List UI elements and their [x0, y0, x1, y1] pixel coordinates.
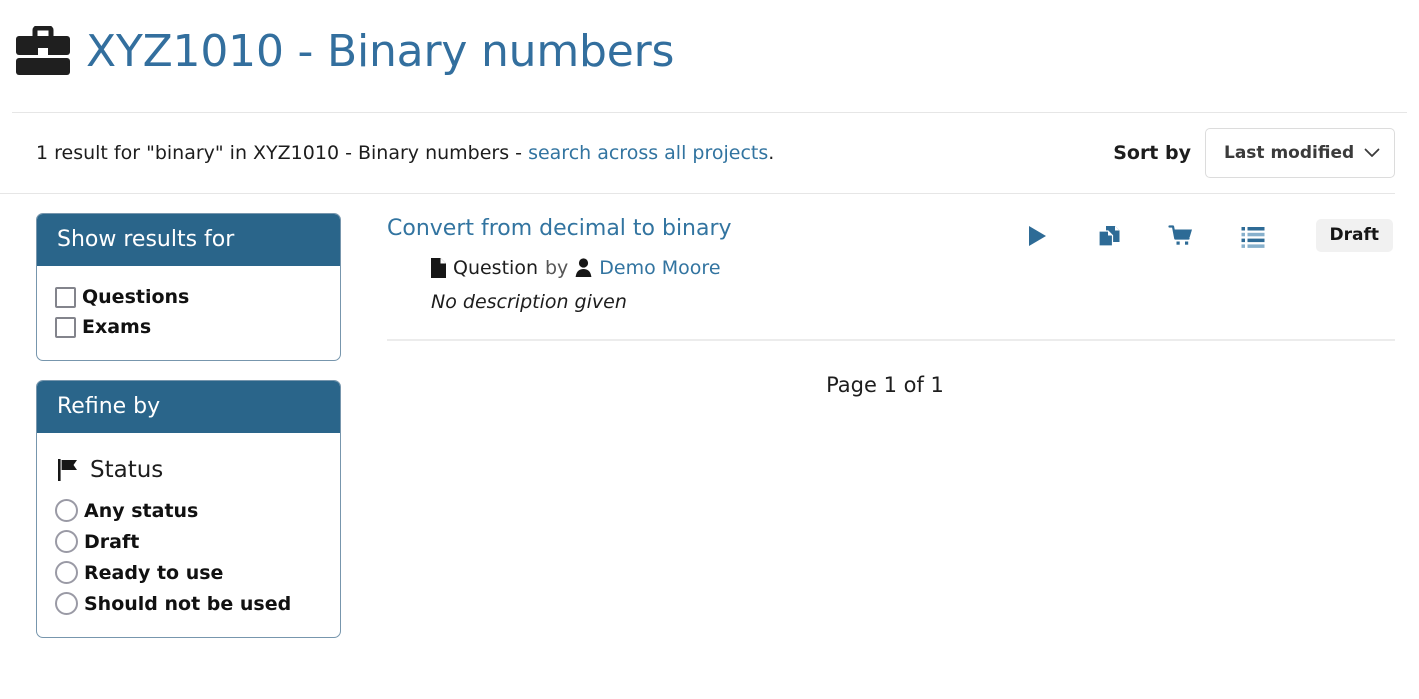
sort-control: Sort by Last modified: [1113, 128, 1395, 178]
facet-status-label-should-not: Should not be used: [84, 592, 292, 615]
result-description: No description given: [431, 290, 627, 313]
facet-status-header: Status: [55, 449, 322, 495]
facet-status-option-any[interactable]: Any status: [55, 495, 322, 526]
search-all-projects-link[interactable]: search across all projects: [528, 142, 768, 164]
result-item-details: Convert from decimal to binary Question …: [387, 213, 732, 313]
chevron-down-icon: [1364, 148, 1380, 157]
briefcase-icon: [16, 26, 70, 75]
result-item: Convert from decimal to binary Question …: [387, 213, 1395, 313]
result-actions: Draft: [1024, 213, 1396, 252]
result-author-link[interactable]: Demo Moore: [599, 257, 720, 279]
results-list: Convert from decimal to binary Question …: [387, 213, 1395, 397]
refine-by-panel: Refine by Status Any status Draft Ready …: [36, 380, 341, 638]
show-results-panel: Show results for Questions Exams: [36, 213, 341, 361]
radio-icon[interactable]: [55, 499, 78, 522]
result-type: Question: [453, 256, 538, 279]
result-meta: Question by Demo Moore: [431, 257, 732, 279]
list-icon[interactable]: [1240, 223, 1266, 249]
checkbox-icon[interactable]: [55, 286, 76, 308]
facet-status-title: Status: [90, 457, 164, 483]
radio-icon[interactable]: [55, 561, 78, 584]
sort-select[interactable]: Last modified: [1205, 128, 1395, 178]
copy-icon[interactable]: [1096, 223, 1122, 249]
radio-icon[interactable]: [55, 592, 78, 615]
results-summary-suffix: .: [768, 142, 775, 164]
flag-icon: [58, 459, 77, 481]
facet-status-option-should-not[interactable]: Should not be used: [55, 588, 322, 619]
facet-status-label-any: Any status: [84, 499, 199, 522]
facet-status-option-ready[interactable]: Ready to use: [55, 557, 322, 588]
show-results-panel-body: Questions Exams: [37, 266, 340, 360]
result-by-label: by: [544, 256, 569, 279]
sidebar: Show results for Questions Exams Refine …: [36, 213, 341, 638]
filter-checkbox-questions[interactable]: Questions: [55, 282, 322, 312]
refine-by-panel-title: Refine by: [37, 381, 340, 433]
result-title-link[interactable]: Convert from decimal to binary: [387, 215, 732, 243]
person-icon: [575, 258, 592, 277]
filter-label-questions: Questions: [82, 286, 190, 308]
run-icon[interactable]: [1024, 223, 1050, 249]
sort-by-label: Sort by: [1113, 142, 1191, 164]
show-results-panel-title: Show results for: [37, 214, 340, 266]
results-summary-prefix: 1 result for "binary" in XYZ1010 - Binar…: [36, 142, 529, 164]
results-summary-bar: 1 result for "binary" in XYZ1010 - Binar…: [0, 113, 1419, 193]
filter-label-exams: Exams: [82, 316, 152, 338]
page-header: XYZ1010 - Binary numbers: [0, 0, 1419, 90]
sort-select-value: Last modified: [1224, 143, 1355, 163]
result-divider: [387, 338, 1395, 341]
checkbox-icon[interactable]: [55, 316, 76, 338]
cart-icon[interactable]: [1167, 223, 1194, 249]
results-summary: 1 result for "binary" in XYZ1010 - Binar…: [36, 142, 774, 164]
facet-status-label-ready: Ready to use: [84, 561, 224, 584]
page-body: Show results for Questions Exams Refine …: [0, 194, 1419, 638]
filter-checkbox-exams[interactable]: Exams: [55, 312, 322, 342]
page-title: XYZ1010 - Binary numbers: [86, 25, 675, 77]
radio-icon[interactable]: [55, 530, 78, 553]
facet-status-label-draft: Draft: [84, 530, 140, 553]
document-icon: [431, 257, 446, 278]
status-badge[interactable]: Draft: [1315, 219, 1393, 252]
facet-status-option-draft[interactable]: Draft: [55, 526, 322, 557]
refine-by-panel-body: Status Any status Draft Ready to use Sho…: [37, 433, 340, 637]
pager: Page 1 of 1: [826, 372, 944, 397]
